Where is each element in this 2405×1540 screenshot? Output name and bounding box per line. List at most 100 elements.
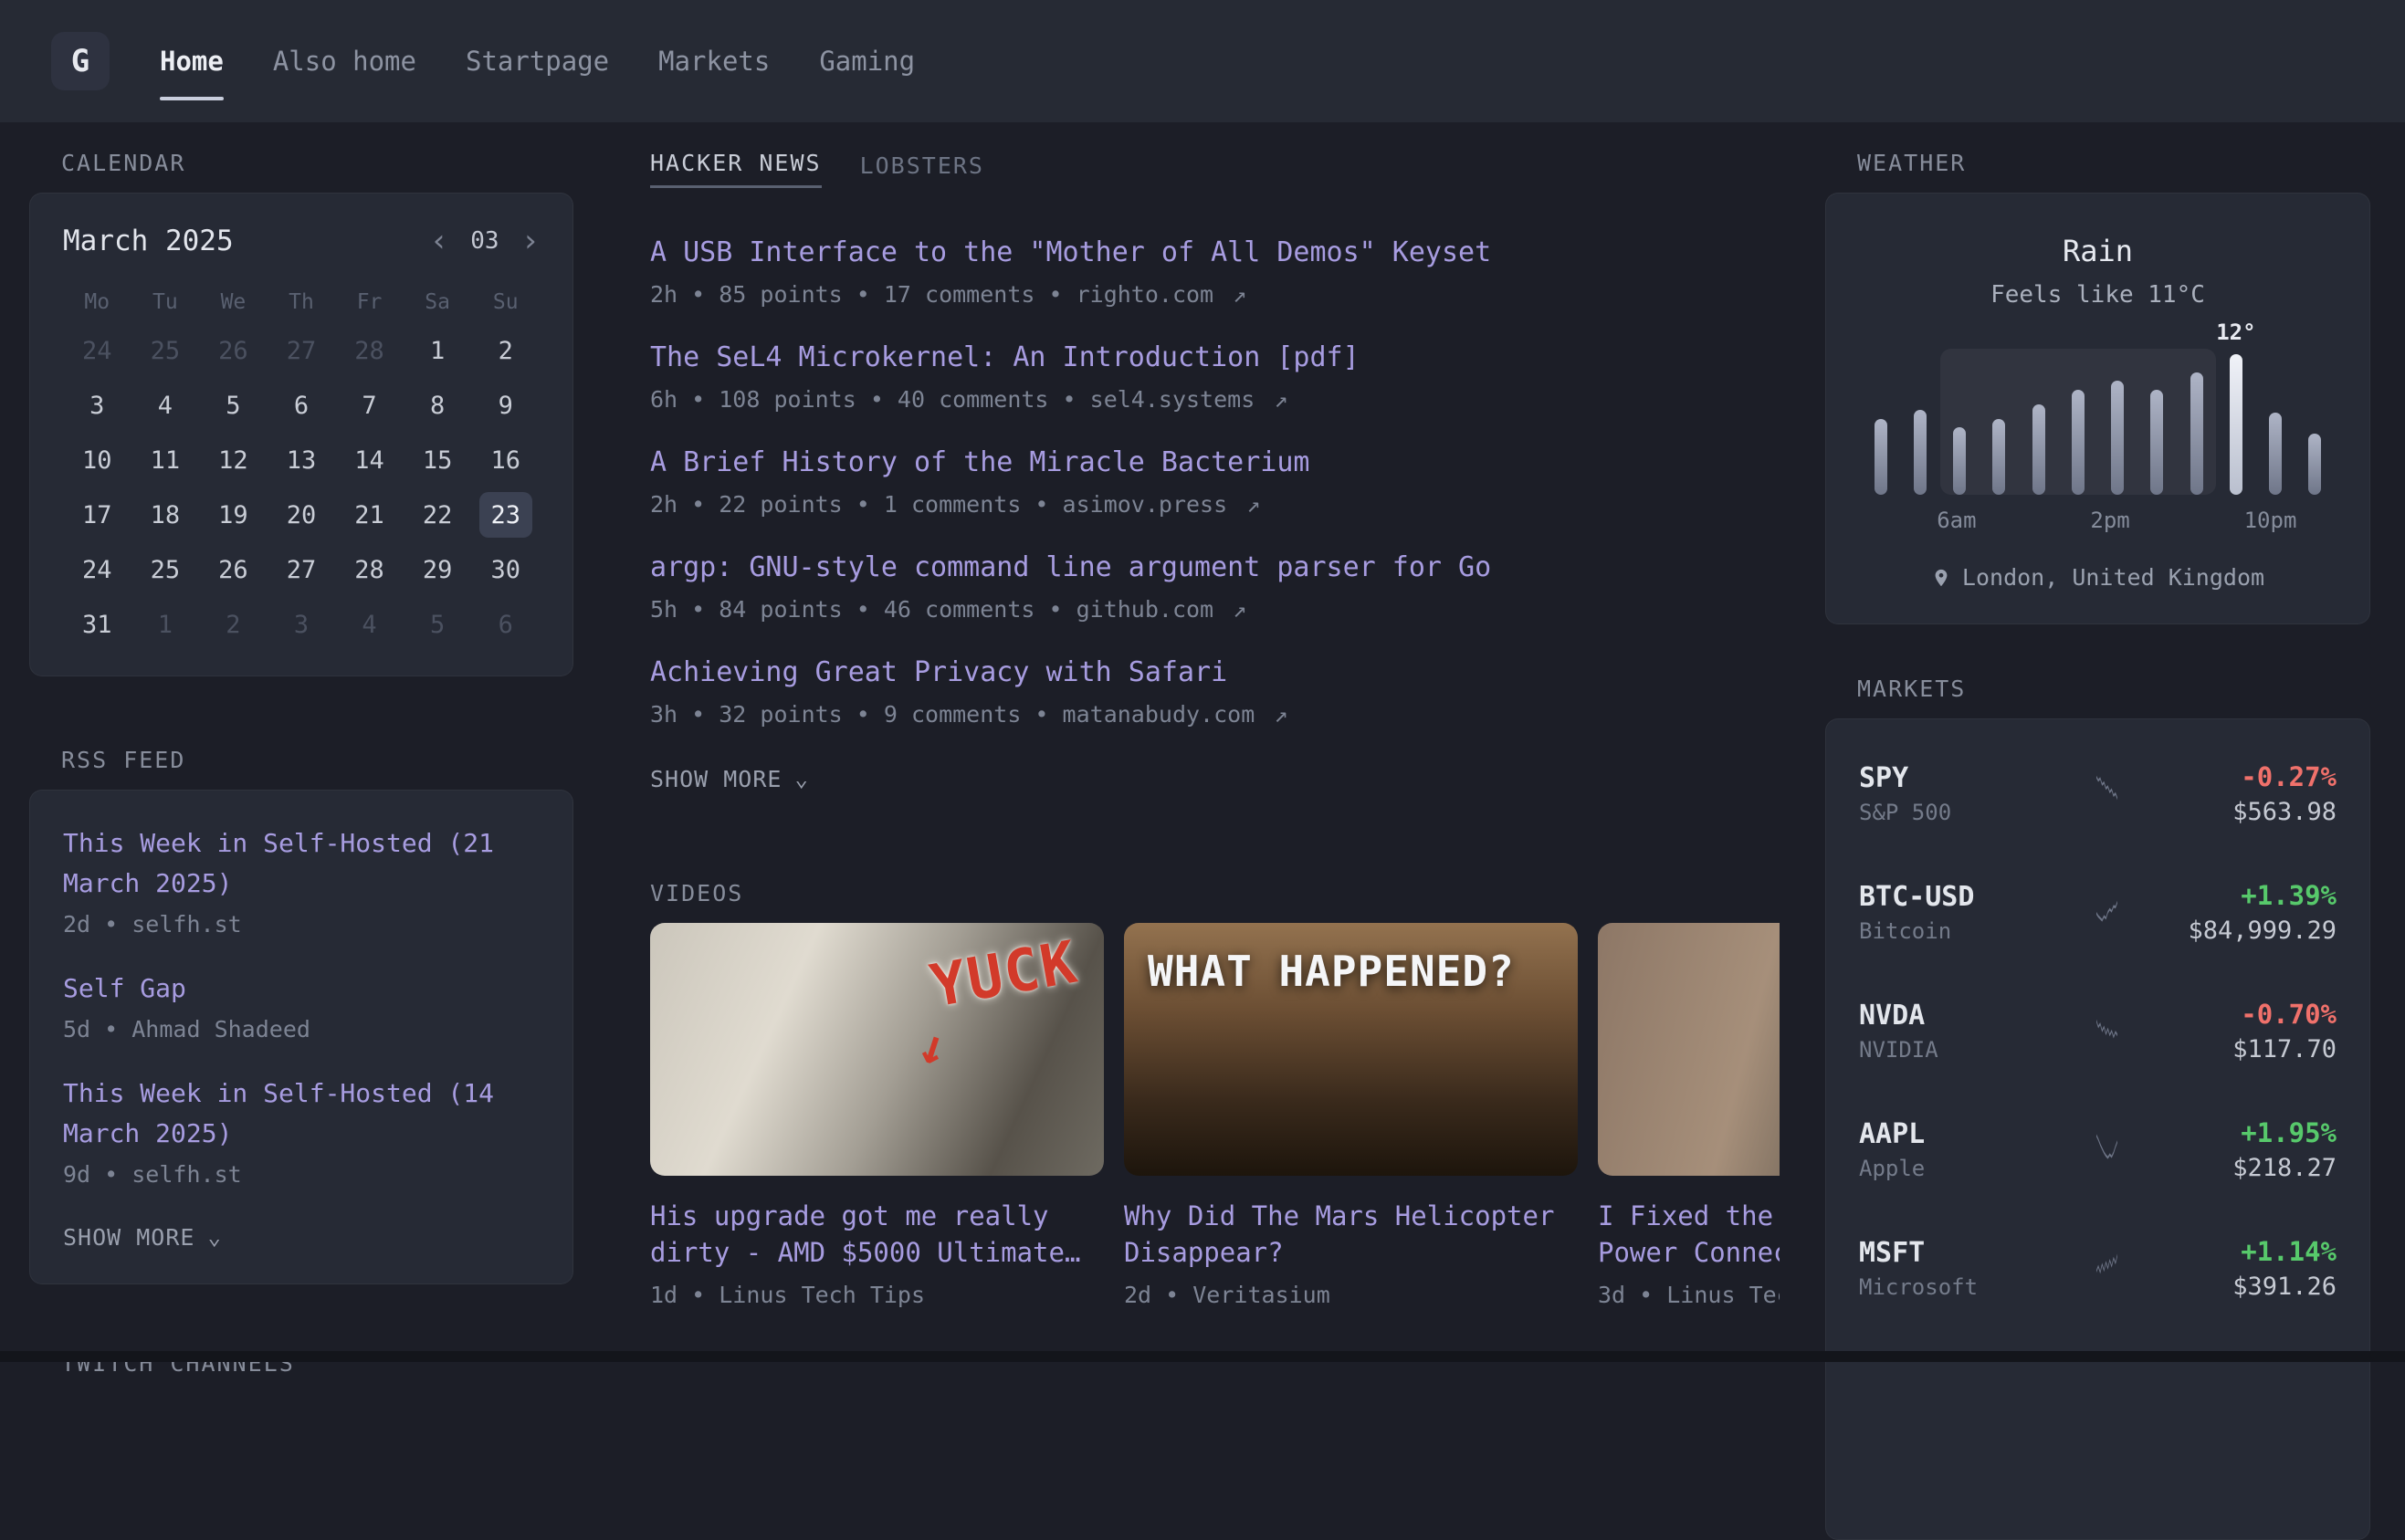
story-link[interactable]: Achieving Great Privacy with Safari xyxy=(650,655,1780,690)
news-source-tab[interactable]: HACKER NEWS xyxy=(650,150,822,188)
weekday-label: Fr xyxy=(335,290,404,314)
story-link[interactable]: argp: GNU-style command line argument pa… xyxy=(650,550,1780,585)
calendar-day: 25 xyxy=(139,547,192,592)
weather-bar xyxy=(1992,419,2005,495)
weather-time-label: 2pm xyxy=(2090,508,2129,533)
calendar-day-cell: 21 xyxy=(335,487,404,542)
market-ticker-link[interactable]: NVDA xyxy=(1859,1000,2078,1032)
news-source-tab[interactable]: LOBSTERS xyxy=(860,152,984,188)
market-change: -0.27% xyxy=(2136,761,2337,792)
calendar-day-cell: 14 xyxy=(335,433,404,487)
story-meta-text: 2h • 85 points • 17 comments • righto.co… xyxy=(650,281,1213,308)
weather-time-row: 6am 2pm 10pm xyxy=(1861,508,2335,533)
window-bottom-edge xyxy=(0,1351,2405,1362)
nav-tab[interactable]: Startpage xyxy=(466,46,609,77)
video-thumbnail[interactable]: WHAT HAPPENED? xyxy=(1124,923,1578,1176)
market-row: SPY S&P 500 -0.27% $563.98 xyxy=(1859,734,2337,853)
nav-tab[interactable]: Gaming xyxy=(819,46,915,77)
calendar-day: 6 xyxy=(275,382,328,428)
video-thumbnail[interactable]: YUCK ↓ xyxy=(650,923,1104,1176)
calendar-day: 29 xyxy=(411,547,464,592)
story-link[interactable]: A Brief History of the Miracle Bacterium xyxy=(650,445,1780,480)
market-ticker-link[interactable]: BTC-USD xyxy=(1859,881,2078,913)
weekday-label: Sa xyxy=(404,290,472,314)
market-identity: SPY S&P 500 xyxy=(1859,762,2078,825)
video-title-link[interactable]: I Fixed the 5090's Melting Power Connect… xyxy=(1598,1198,1780,1271)
calendar-prev-icon[interactable]: ‹ xyxy=(430,225,448,257)
story-link[interactable]: A USB Interface to the "Mother of All De… xyxy=(650,236,1780,270)
app-logo[interactable]: G xyxy=(51,32,110,90)
external-link-icon[interactable]: ↗ xyxy=(1246,491,1260,518)
calendar-day: 20 xyxy=(275,492,328,538)
external-link-icon[interactable]: ↗ xyxy=(1274,701,1287,728)
thumbnail-overlay-text: WHAT HAPPENED? xyxy=(1148,947,1515,996)
weather-hour-column xyxy=(2295,349,2335,495)
news-show-more-button[interactable]: SHOW MORE ⌄ xyxy=(650,766,809,792)
weekday-label: Su xyxy=(471,290,540,314)
weather-time-label: 6am xyxy=(1937,508,1976,533)
external-link-icon[interactable]: ↗ xyxy=(1233,596,1246,623)
weather-bar xyxy=(2190,372,2203,495)
calendar-day: 8 xyxy=(411,382,464,428)
market-sparkline xyxy=(2096,1120,2117,1179)
external-link-icon[interactable]: ↗ xyxy=(1233,281,1246,308)
calendar-day: 26 xyxy=(206,547,259,592)
weekday-label: We xyxy=(199,290,268,314)
video-title-link[interactable]: His upgrade got me really dirty - AMD $5… xyxy=(650,1198,1104,1271)
market-row: NVDA NVIDIA -0.70% $117.70 xyxy=(1859,971,2337,1090)
video-list: YUCK ↓ His upgrade got me really dirty -… xyxy=(650,923,1780,1308)
market-ticker-link[interactable]: SPY xyxy=(1859,762,2078,794)
market-identity: MSFT Microsoft xyxy=(1859,1237,2078,1300)
weather-bar xyxy=(2269,413,2282,495)
weather-time-label xyxy=(2296,508,2335,533)
markets-widget: SPY S&P 500 -0.27% $563.98 BTC-USD Bitco… xyxy=(1825,718,2370,1540)
video-title-link[interactable]: Why Did The Mars Helicopter Disappear? xyxy=(1124,1198,1578,1271)
video-item: WHAT HAPPENED? Why Did The Mars Helicopt… xyxy=(1124,923,1578,1308)
dashboard: CALENDAR March 2025 ‹ 03 › Mo Tu We xyxy=(0,122,2405,1540)
video-thumbnail[interactable]: DO xyxy=(1598,923,1780,1176)
weather-hour-column xyxy=(1980,349,2019,495)
calendar-day-cell: 13 xyxy=(268,433,336,487)
nav-tab[interactable]: Home xyxy=(160,46,224,77)
weather-location: London, United Kingdom xyxy=(1854,564,2342,591)
rss-item-link[interactable]: Self Gap xyxy=(63,969,540,1009)
calendar-day: 19 xyxy=(206,492,259,538)
external-link-icon[interactable]: ↗ xyxy=(1274,386,1287,413)
calendar-day: 14 xyxy=(343,437,396,483)
calendar-day-cell: 27 xyxy=(268,542,336,597)
news-story: argp: GNU-style command line argument pa… xyxy=(650,550,1780,623)
rss-item-link[interactable]: This Week in Self-Hosted (14 March 2025) xyxy=(63,1074,540,1154)
market-ticker-link[interactable]: AAPL xyxy=(1859,1118,2078,1150)
nav-tab[interactable]: Also home xyxy=(273,46,416,77)
market-values: +1.39% $84,999.29 xyxy=(2136,880,2337,945)
market-sparkline xyxy=(2096,764,2117,822)
weather-hour-column xyxy=(1900,349,1939,495)
rss-feed-item: This Week in Self-Hosted (14 March 2025)… xyxy=(63,1074,540,1188)
calendar-day: 30 xyxy=(479,547,532,592)
calendar-day: 26 xyxy=(206,328,259,373)
story-link[interactable]: The SeL4 Microkernel: An Introduction [p… xyxy=(650,340,1780,375)
weather-temp-label: 12° xyxy=(2216,320,2255,345)
weather-hour-column xyxy=(1940,349,1980,495)
calendar-day-cell: 3 xyxy=(268,597,336,652)
calendar-day: 16 xyxy=(479,437,532,483)
calendar-day: 24 xyxy=(70,328,123,373)
weather-time-label xyxy=(2168,508,2206,533)
weather-time-label xyxy=(2053,508,2091,533)
rss-show-more-button[interactable]: SHOW MORE ⌄ xyxy=(63,1224,222,1251)
calendar-day: 27 xyxy=(275,547,328,592)
calendar-widget: March 2025 ‹ 03 › Mo Tu We Th Fr xyxy=(29,193,573,676)
market-ticker-link[interactable]: MSFT xyxy=(1859,1237,2078,1269)
story-meta: 6h • 108 points • 40 comments • sel4.sys… xyxy=(650,386,1780,413)
calendar-day-cell: 17 xyxy=(63,487,131,542)
video-meta: 1d • Linus Tech Tips xyxy=(650,1282,1104,1308)
nav-tab[interactable]: Markets xyxy=(658,46,770,77)
weather-hour-column xyxy=(2137,349,2177,495)
calendar-day-cell: 29 xyxy=(404,542,472,597)
calendar-day-cell: 4 xyxy=(335,597,404,652)
calendar-day-cell: 3 xyxy=(63,378,131,433)
market-change: -0.70% xyxy=(2136,999,2337,1030)
rss-item-link[interactable]: This Week in Self-Hosted (21 March 2025) xyxy=(63,823,540,904)
calendar-next-icon[interactable]: › xyxy=(521,225,540,257)
videos-section-title: VIDEOS xyxy=(650,880,1780,906)
